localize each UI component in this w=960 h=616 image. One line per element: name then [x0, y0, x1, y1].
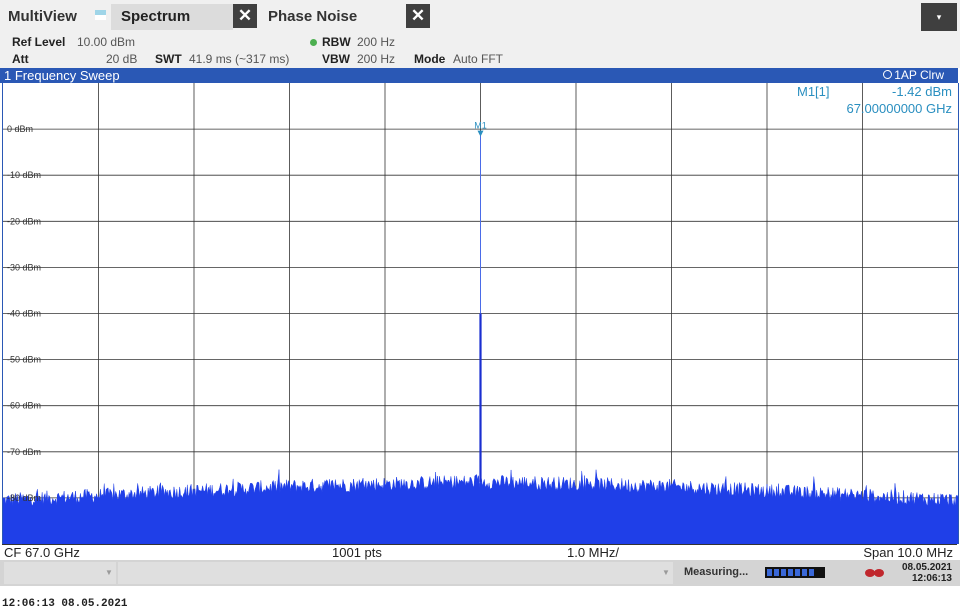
frequency-per-division: 1.0 MHz/ — [567, 545, 620, 560]
trace-layer — [3, 135, 958, 544]
vbw-label: VBW — [322, 52, 350, 66]
y-tick-label: -80 dBm — [7, 493, 41, 503]
status-time: 12:06:13 — [911, 573, 952, 584]
marker-readout: M1[1] -1.42 dBm 67.00000000 GHz — [797, 84, 952, 116]
y-tick-labels: 0 dBm -10 dBm -20 dBm -30 dBm -40 dBm -50 dBm… — [7, 124, 41, 503]
tab-indicator-icon — [95, 10, 106, 20]
trace-info: 1AP Clrw — [883, 68, 944, 83]
y-tick-label: -60 dBm — [7, 401, 41, 411]
tab-phase-noise[interactable]: Phase Noise — [268, 8, 357, 25]
status-date: 08.05.2021 — [901, 562, 952, 573]
att-label: Att — [12, 52, 29, 66]
tab-spectrum-label: Spectrum — [121, 8, 191, 25]
chevron-down-icon[interactable]: ▼ — [662, 568, 670, 577]
rbw-coupled-indicator-icon — [310, 39, 317, 46]
trace-indicator-icon — [883, 70, 893, 79]
y-tick-label: -30 dBm — [7, 262, 41, 272]
mode-label: Mode — [414, 52, 446, 66]
ref-level-value: 10.00 dBm — [77, 35, 136, 49]
y-tick-label: -20 dBm — [7, 216, 41, 226]
y-tick-label: -70 dBm — [7, 447, 41, 457]
status-cell-middle[interactable] — [118, 562, 673, 584]
close-spectrum-icon[interactable]: ✕ — [233, 4, 257, 28]
tab-bar: MultiView Spectrum ✕ Phase Noise ✕ ▾ — [0, 0, 960, 34]
tab-spectrum[interactable]: Spectrum — [111, 4, 233, 30]
menu-dropdown-button[interactable]: ▾ — [921, 3, 957, 31]
marker-table-label: M1[1] — [797, 84, 830, 99]
sweep-points[interactable]: 1001 pts — [332, 545, 382, 560]
vbw-value: 200 Hz — [357, 52, 396, 66]
diagram-title: 1 Frequency Sweep — [4, 68, 120, 83]
close-phase-noise-icon[interactable]: ✕ — [406, 4, 430, 28]
marker-frequency: 67.00000000 GHz — [846, 101, 952, 116]
sweep-progress-fill — [767, 569, 817, 576]
tab-multiview[interactable]: MultiView — [8, 8, 77, 25]
settings-header[interactable]: Ref Level 10.00 dBm Att 20 dB SWT 41.9 m… — [0, 34, 960, 68]
spectrum-chart: 0 dBm -10 dBm -20 dBm -30 dBm -40 dBm -50 dBm… — [3, 83, 958, 544]
mode-value: Auto FFT — [453, 52, 504, 66]
center-frequency[interactable]: CF 67.0 GHz — [4, 545, 80, 560]
swt-value: 41.9 ms (~317 ms) — [189, 52, 290, 66]
marker-layer: M1 — [474, 121, 487, 137]
ref-level-label: Ref Level — [12, 35, 66, 49]
frequency-span[interactable]: Span 10.0 MHz — [863, 545, 953, 560]
y-tick-label: 0 dBm — [7, 124, 33, 134]
y-tick-label: -10 dBm — [7, 170, 41, 180]
marker-m1-label: M1 — [474, 121, 487, 131]
rbw-label: RBW — [322, 35, 351, 49]
spectrum-plot[interactable]: 0 dBm -10 dBm -20 dBm -30 dBm -40 dBm -50 dBm… — [2, 83, 959, 544]
status-bar: ▼ ▼ Measuring... 08.05.2021 12:06:13 — [0, 560, 960, 586]
swt-label: SWT — [155, 52, 182, 66]
chevron-down-icon: ▾ — [936, 12, 942, 22]
sweep-progress-bar — [765, 567, 825, 578]
y-tick-label: -50 dBm — [7, 355, 41, 365]
marker-arrow-icon — [477, 130, 484, 137]
rbw-value: 200 Hz — [357, 35, 396, 49]
trace-info-label: 1AP Clrw — [894, 68, 944, 82]
status-cell-left[interactable] — [4, 562, 116, 584]
screenshot-timestamp: 12:06:13 08.05.2021 — [2, 598, 128, 610]
measuring-status: Measuring... — [684, 566, 749, 578]
y-tick-label: -40 dBm — [7, 309, 41, 319]
chevron-down-icon[interactable]: ▼ — [105, 568, 113, 577]
rs-logo-icon — [865, 569, 884, 577]
diagram-footer: CF 67.0 GHz 1001 pts 1.0 MHz/ Span 10.0 … — [2, 544, 957, 560]
status-datetime: 08.05.2021 12:06:13 — [902, 562, 952, 584]
diagram-title-bar[interactable]: 1 Frequency Sweep 1AP Clrw — [0, 68, 958, 83]
att-value: 20 dB — [106, 52, 138, 66]
marker-level: -1.42 dBm — [892, 84, 952, 99]
